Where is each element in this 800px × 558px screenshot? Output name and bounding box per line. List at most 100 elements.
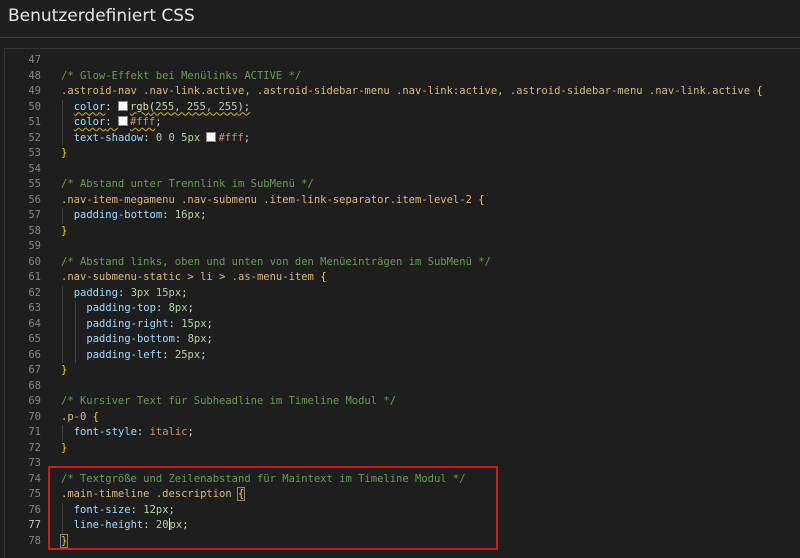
code-token-comment: /* Glow-Effekt bei Menülinks ACTIVE */ <box>61 69 302 82</box>
code-text[interactable]: padding: 3px 15px; <box>74 286 188 302</box>
code-text[interactable]: line-height: 20px; <box>74 518 189 534</box>
code-token-punct: ; <box>155 116 162 128</box>
code-text[interactable]: .main-timeline .description { <box>61 487 246 503</box>
code-text[interactable]: .nav-item-megamenu .nav-submenu .item-li… <box>61 193 485 209</box>
code-token-fn: rgb <box>129 100 149 113</box>
code-text[interactable]: padding-right: 15px; <box>86 317 212 333</box>
code-line[interactable]: 47 <box>5 53 800 69</box>
code-line[interactable]: 59 <box>5 239 800 255</box>
code-token-prop: padding-bottom <box>73 209 163 221</box>
code-text[interactable]: color: #fff; <box>74 115 162 131</box>
code-text[interactable]: padding-bottom: 16px; <box>74 208 207 224</box>
code-token-num: 16px <box>174 209 201 221</box>
code-token-comment: /* Abstand links, oben und unten von den… <box>61 255 491 268</box>
code-text[interactable]: padding-left: 25px; <box>86 348 206 364</box>
code-line[interactable]: 77 line-height: 20px; <box>5 518 800 534</box>
indent-guide <box>62 115 63 131</box>
code-token-punct: : <box>105 100 118 113</box>
line-number: 67 <box>28 364 41 376</box>
code-line[interactable]: 54 <box>5 162 800 178</box>
code-line[interactable]: 60 /* Abstand links, oben und unten von d… <box>5 255 800 271</box>
code-line[interactable]: 74 /* Textgröße und Zeilenabstand für Mai… <box>5 472 800 488</box>
code-text[interactable]: /* Abstand links, oben und unten von den… <box>61 255 491 271</box>
code-line[interactable]: 52 text-shadow: 0 0 5px #fff; <box>5 130 800 147</box>
code-text[interactable]: .astroid-nav .nav-link.active, .astroid-… <box>61 84 763 100</box>
code-text[interactable]: font-style: italic; <box>74 425 194 441</box>
code-line[interactable]: 71 font-style: italic; <box>5 425 800 441</box>
line-number: 48 <box>28 69 41 82</box>
code-token-brace: { <box>236 487 246 501</box>
code-line[interactable]: 62 padding: 3px 15px; <box>5 285 800 302</box>
code-token-punct: : <box>143 519 156 531</box>
code-token-comment: /* Abstand unter Trennlink im SubMenü */ <box>61 178 314 190</box>
code-text[interactable]: /* Textgröße und Zeilenabstand für Maint… <box>61 472 466 488</box>
code-line[interactable]: 51 color: #fff; <box>5 115 800 131</box>
code-line[interactable]: 48 /* Glow-Effekt bei Menülinks ACTIVE */ <box>5 69 800 85</box>
indent-guide <box>74 347 76 363</box>
code-lines[interactable]: 47 48 /* Glow-Effekt bei Menülinks ACTIVE … <box>5 53 800 549</box>
code-line[interactable]: 58} <box>5 224 800 240</box>
code-line[interactable]: 55 /* Abstand unter Trennlink im SubMenü … <box>5 177 800 193</box>
code-token-punct: : <box>155 302 169 314</box>
code-text[interactable]: text-shadow: 0 0 5px #fff; <box>74 131 250 147</box>
color-swatch-icon[interactable] <box>206 131 217 142</box>
code-text[interactable]: } <box>61 441 67 457</box>
code-editor[interactable]: 47 48 /* Glow-Effekt bei Menülinks ACTIVE … <box>4 48 800 558</box>
code-line[interactable]: 66 padding-left: 25px; <box>5 347 800 364</box>
code-line[interactable]: 69 /* Kursiver Text für Subheadline im Ti… <box>5 394 800 410</box>
line-number: 62 <box>28 286 41 299</box>
code-text[interactable]: /* Abstand unter Trennlink im SubMenü */ <box>61 177 314 193</box>
code-line[interactable]: 65 padding-bottom: 8px; <box>5 332 800 348</box>
line-number: 60 <box>28 255 41 268</box>
code-text[interactable]: padding-top: 8px; <box>86 301 194 317</box>
code-text[interactable]: } <box>59 533 69 550</box>
code-text[interactable]: } <box>61 363 67 379</box>
code-line[interactable]: 61 .nav-submenu-static > li > .as-menu-it… <box>5 270 800 286</box>
line-number: 52 <box>28 131 41 144</box>
code-token-punct: ; <box>187 302 194 314</box>
line-number: 63 <box>28 302 41 314</box>
code-line[interactable]: 57 padding-bottom: 16px; <box>5 208 800 224</box>
code-token-prop: padding <box>73 286 118 299</box>
code-line[interactable]: 75 .main-timeline .description { <box>5 487 800 503</box>
code-line[interactable]: 50 color: rgb(255, 255, 255); <box>5 99 800 116</box>
code-text[interactable]: } <box>61 146 67 162</box>
code-line[interactable]: 63 padding-top: 8px; <box>5 301 800 317</box>
indent-guide <box>74 316 76 332</box>
line-number: 72 <box>28 441 41 454</box>
code-line[interactable]: 70 .p-0 { <box>5 410 800 426</box>
indent-guide <box>62 301 63 317</box>
line-number: 75 <box>28 488 41 500</box>
code-line[interactable]: 49 .astroid-nav .nav-link.active, .astroi… <box>5 84 800 100</box>
code-text[interactable]: /* Glow-Effekt bei Menülinks ACTIVE */ <box>61 69 301 85</box>
code-line[interactable]: 68 <box>5 379 800 395</box>
code-line[interactable]: 56 .nav-item-megamenu .nav-submenu .item-… <box>5 193 800 209</box>
indent-guide <box>62 332 63 348</box>
code-line[interactable]: 67} <box>5 363 800 379</box>
code-line[interactable]: 72} <box>5 441 800 457</box>
code-text[interactable]: color: rgb(255, 255, 255); <box>74 100 250 116</box>
code-line[interactable]: 53} <box>5 146 800 162</box>
code-line[interactable]: 78} <box>5 533 800 550</box>
color-swatch-icon[interactable] <box>117 116 128 126</box>
code-token-punct: ); <box>237 100 251 113</box>
code-token-num: 15px <box>181 317 207 330</box>
code-token-num: 8px <box>168 302 188 314</box>
code-token-num: 25px <box>174 348 201 361</box>
code-text[interactable]: .nav-submenu-static > li > .as-menu-item… <box>61 270 327 286</box>
code-text[interactable]: font-size: 12px; <box>74 503 175 519</box>
line-number: 49 <box>28 85 41 97</box>
code-text[interactable]: /* Kursiver Text für Subheadline im Time… <box>61 394 396 410</box>
code-text[interactable]: .p-0 { <box>61 410 99 426</box>
color-swatch-icon[interactable] <box>117 100 128 111</box>
code-line[interactable]: 73 <box>5 456 800 472</box>
line-number: 70 <box>28 410 41 423</box>
code-token-punct: : <box>174 333 188 345</box>
code-token-prop: padding-left <box>86 348 163 361</box>
code-token-prop: line-height <box>73 519 144 531</box>
code-token-punct: ; <box>206 333 213 345</box>
code-line[interactable]: 64 padding-right: 15px; <box>5 316 800 333</box>
code-text[interactable]: } <box>61 224 67 240</box>
code-text[interactable]: padding-bottom: 8px; <box>86 332 212 348</box>
code-line[interactable]: 76 font-size: 12px; <box>5 502 800 519</box>
